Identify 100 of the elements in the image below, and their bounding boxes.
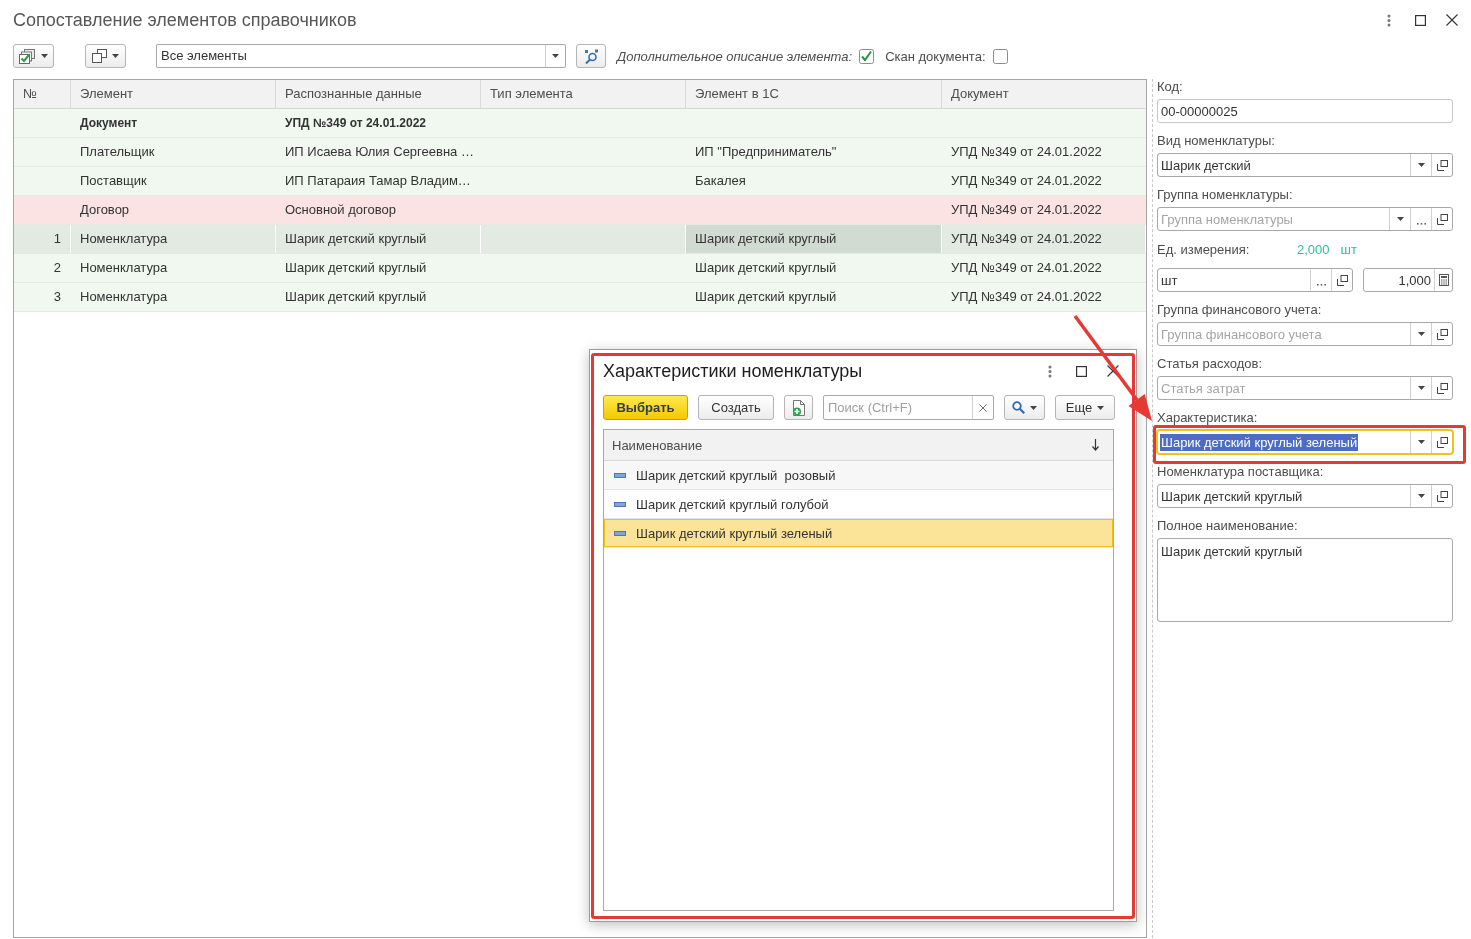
- table-row[interactable]: Договор Основной договор УПД №349 от 24.01.2022: [14, 196, 1146, 225]
- unit-field[interactable]: шт: [1157, 268, 1353, 292]
- dialog-title: Характеристики номенклатуры: [603, 360, 863, 382]
- table-cell-text: Поставщик: [79, 172, 148, 190]
- open-window-icon: [1436, 436, 1448, 448]
- checkbox[interactable]: [992, 48, 1008, 64]
- caret-icon: [1396, 217, 1404, 221]
- table-cell-text: Основной договор: [284, 201, 397, 219]
- ratio-value: 2,000: [1297, 241, 1330, 257]
- table-cell-text: Документ: [79, 115, 139, 132]
- dash-icon: [614, 501, 626, 507]
- caret-icon: [552, 54, 559, 58]
- table-cell-text: Договор: [79, 201, 131, 219]
- table-cell-text: Шарик детский круглый: [694, 259, 838, 277]
- column-header[interactable]: Распознанные данные: [276, 80, 481, 108]
- field-label: Группа номенклатуры:: [1157, 187, 1294, 203]
- column-header[interactable]: Тип элемента: [481, 80, 686, 108]
- caret-icon: [1417, 386, 1425, 390]
- caret-icon: [1417, 494, 1425, 498]
- calculator-button[interactable]: [1434, 269, 1452, 291]
- text-field[interactable]: 00-00000025: [1157, 99, 1453, 123]
- checklist-icon: [19, 48, 36, 64]
- caret-icon: [41, 54, 48, 58]
- table-cell: УПД №349 от 24.01.2022: [942, 225, 1146, 253]
- caret-icon: [1417, 440, 1425, 444]
- table-row[interactable]: 1 Номенклатура Шарик детский круглый Шарик детский круглый УПД №349 от 24.01.2022: [14, 225, 1146, 254]
- more-button[interactable]: Еще: [1055, 395, 1115, 420]
- caret-icon: [112, 54, 119, 58]
- search-icon: [1012, 401, 1025, 414]
- table-row[interactable]: Плательщик ИП Исаева Юлия Сергеевна … ИП "Предприниматель" УПД №349 от 24.01.2022: [14, 138, 1146, 167]
- table-cell-text: УПД №349 от 24.01.2022: [950, 259, 1103, 277]
- table-cell: Шарик детский круглый: [686, 225, 942, 253]
- open-window-icon: [1436, 328, 1448, 340]
- document-plus-icon: [791, 399, 806, 416]
- select-field[interactable]: Шарик детский круглый: [1157, 484, 1453, 508]
- more-menu-icon[interactable]: [1387, 13, 1391, 27]
- caret-icon: [1030, 405, 1037, 410]
- arrow-down-icon: [1092, 439, 1099, 451]
- column-header[interactable]: №: [14, 80, 71, 108]
- caret-icon: [1417, 163, 1425, 167]
- table-cell-text: Шарик детский круглый: [694, 288, 838, 306]
- list-item[interactable]: Шарик детский круглый розовый: [604, 461, 1113, 490]
- text-area[interactable]: Шарик детский круглый: [1157, 538, 1453, 622]
- table-row[interactable]: 2 Номенклатура Шарик детский круглый Шарик детский круглый УПД №349 от 24.01.2022: [14, 254, 1146, 283]
- field-label: Группа финансового учета:: [1157, 302, 1323, 318]
- ellipsis-icon: [1416, 222, 1426, 225]
- dash-icon: [614, 530, 626, 536]
- maximize-icon[interactable]: [1415, 14, 1426, 26]
- column-header[interactable]: Элемент в 1С: [686, 80, 942, 108]
- quantity-field[interactable]: 1,000: [1363, 268, 1453, 292]
- column-header[interactable]: Документ: [942, 80, 1146, 108]
- caret-icon: [1097, 405, 1105, 410]
- table-cell-text: ИП "Предприниматель": [694, 143, 838, 161]
- search-button[interactable]: [1004, 395, 1045, 420]
- primary-button[interactable]: Выбрать: [603, 395, 688, 420]
- table-cell-text: ИП Патараия Тамар Владим…: [284, 172, 472, 190]
- table-cell: Номенклатура: [71, 225, 276, 253]
- table-row[interactable]: 3 Номенклатура Шарик детский круглый Шарик детский круглый УПД №349 от 24.01.2022: [14, 283, 1146, 312]
- table-cell-text: Номенклатура: [79, 288, 169, 306]
- field-label: Полное наименование:: [1157, 518, 1299, 534]
- checkbox-label: Дополнительное описание элемента:: [617, 48, 853, 64]
- table-row[interactable]: Документ УПД №349 от 24.01.2022: [14, 109, 1146, 138]
- stacked-windows-icon: [92, 49, 107, 63]
- find-button[interactable]: [576, 44, 606, 68]
- table-cell-text: Шарик детский круглый: [284, 288, 428, 306]
- column-header[interactable]: Элемент: [71, 80, 276, 108]
- select-field[interactable]: Шарик детский: [1157, 153, 1453, 177]
- table-cell-text: УПД №349 от 24.01.2022: [284, 115, 427, 132]
- checkbox[interactable]: [859, 48, 875, 64]
- ellipsis-icon: [1316, 283, 1326, 286]
- list-item[interactable]: Шарик детский круглый зеленый: [604, 519, 1113, 548]
- table-cell-text: УПД №349 от 24.01.2022: [950, 201, 1103, 219]
- table-cell: 1: [14, 225, 71, 253]
- field-label: Ед. измерения:: [1157, 241, 1251, 257]
- open-window-icon: [1436, 159, 1448, 171]
- table-cell-text: Номенклатура: [79, 259, 169, 277]
- column-header[interactable]: Наименование: [604, 430, 1113, 461]
- table-cell-text: Бакалея: [694, 172, 747, 190]
- field-label: Вид номенклатуры:: [1157, 133, 1276, 149]
- table-row[interactable]: Поставщик ИП Патараия Тамар Владим… Бакалея УПД №349 от 24.01.2022: [14, 167, 1146, 196]
- filter-select[interactable]: Все элементы: [156, 44, 566, 68]
- more-menu-icon[interactable]: [1048, 364, 1052, 378]
- close-icon[interactable]: [1107, 365, 1119, 377]
- toolbar-button[interactable]: Создать: [698, 395, 774, 420]
- magnifier-icon: [583, 48, 599, 64]
- close-icon[interactable]: [1446, 14, 1458, 26]
- table-cell-text: 2: [52, 259, 62, 277]
- maximize-icon[interactable]: [1076, 365, 1087, 377]
- table-cell: Шарик детский круглый: [276, 225, 481, 253]
- add-document-button[interactable]: [784, 395, 813, 420]
- dash-icon: [614, 472, 626, 478]
- check-items-button[interactable]: [13, 44, 54, 68]
- select-field[interactable]: Шарик детский круглый зеленый: [1157, 430, 1453, 454]
- table-cell-text: Шарик детский круглый: [284, 259, 428, 277]
- windows-button[interactable]: [85, 44, 126, 68]
- checkbox-label: Скан документа:: [885, 48, 986, 64]
- open-window-icon: [1436, 490, 1448, 502]
- field-label: Код:: [1157, 79, 1184, 95]
- field-label: Номенклатура поставщика:: [1157, 464, 1325, 480]
- ratio-unit: шт: [1340, 241, 1357, 257]
